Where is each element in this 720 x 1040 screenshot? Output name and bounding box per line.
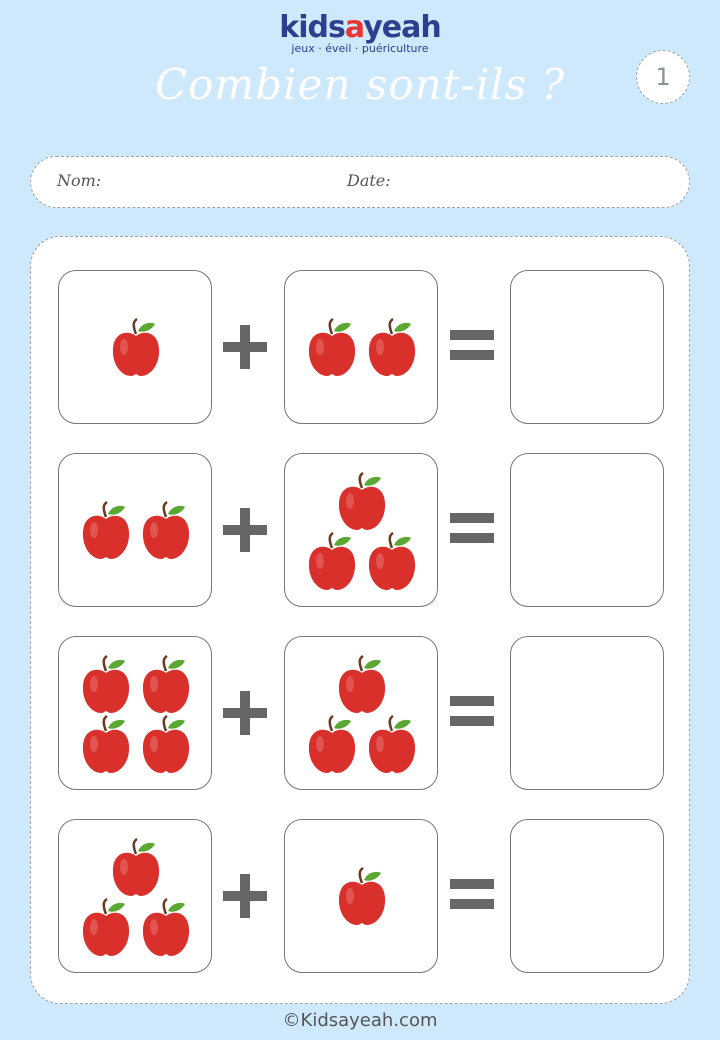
apple-icon [366,531,418,592]
brand-name: kidsayeah [0,12,720,44]
brand-name-part: kids [279,10,346,45]
apple-icon [80,714,132,775]
answer-box[interactable] [510,270,664,424]
addend-box-right [284,453,438,607]
date-label: Date: [347,171,391,190]
brand-name-part: yeah [363,10,442,45]
answer-box[interactable] [510,636,664,790]
apple-icon [366,317,418,378]
addend-box-right [284,819,438,973]
apple-icon [306,531,358,592]
equals-icon [450,879,494,909]
apple-icon [306,317,358,378]
plus-icon [223,324,267,370]
equals-icon [450,696,494,726]
plus-icon [223,873,267,919]
student-info-bar: Nom: Date: [30,156,690,208]
apple-icon [366,714,418,775]
addend-box-right [284,270,438,424]
apple-icon [336,471,388,532]
addend-box-left [58,819,212,973]
answer-box[interactable] [510,819,664,973]
apple-icon [110,317,162,378]
apple-icon [306,714,358,775]
apple-icon [80,500,132,561]
addend-box-left [58,636,212,790]
apple-icon [110,837,162,898]
page-number: 1 [636,50,690,104]
apple-icon [336,866,388,927]
apple-icon [80,654,132,715]
plus-icon [223,507,267,553]
equals-icon [450,330,494,360]
brand-tagline: jeux · éveil · puériculture [291,42,429,55]
page-title: Combien sont-ils ? [154,60,566,109]
apple-icon [140,897,192,958]
apple-icon [140,714,192,775]
footer-copyright: ©Kidsayeah.com [282,1010,438,1031]
brand-logo: kidsayeah jeux · éveil · puériculture [0,12,720,56]
plus-icon [223,690,267,736]
answer-box[interactable] [510,453,664,607]
apple-icon [140,500,192,561]
equals-icon [450,513,494,543]
apple-icon [140,654,192,715]
brand-name-part: a [344,10,364,45]
name-label: Nom: [57,171,102,190]
apple-icon [336,654,388,715]
addend-box-left [58,270,212,424]
apple-icon [80,897,132,958]
addend-box-left [58,453,212,607]
addend-box-right [284,636,438,790]
